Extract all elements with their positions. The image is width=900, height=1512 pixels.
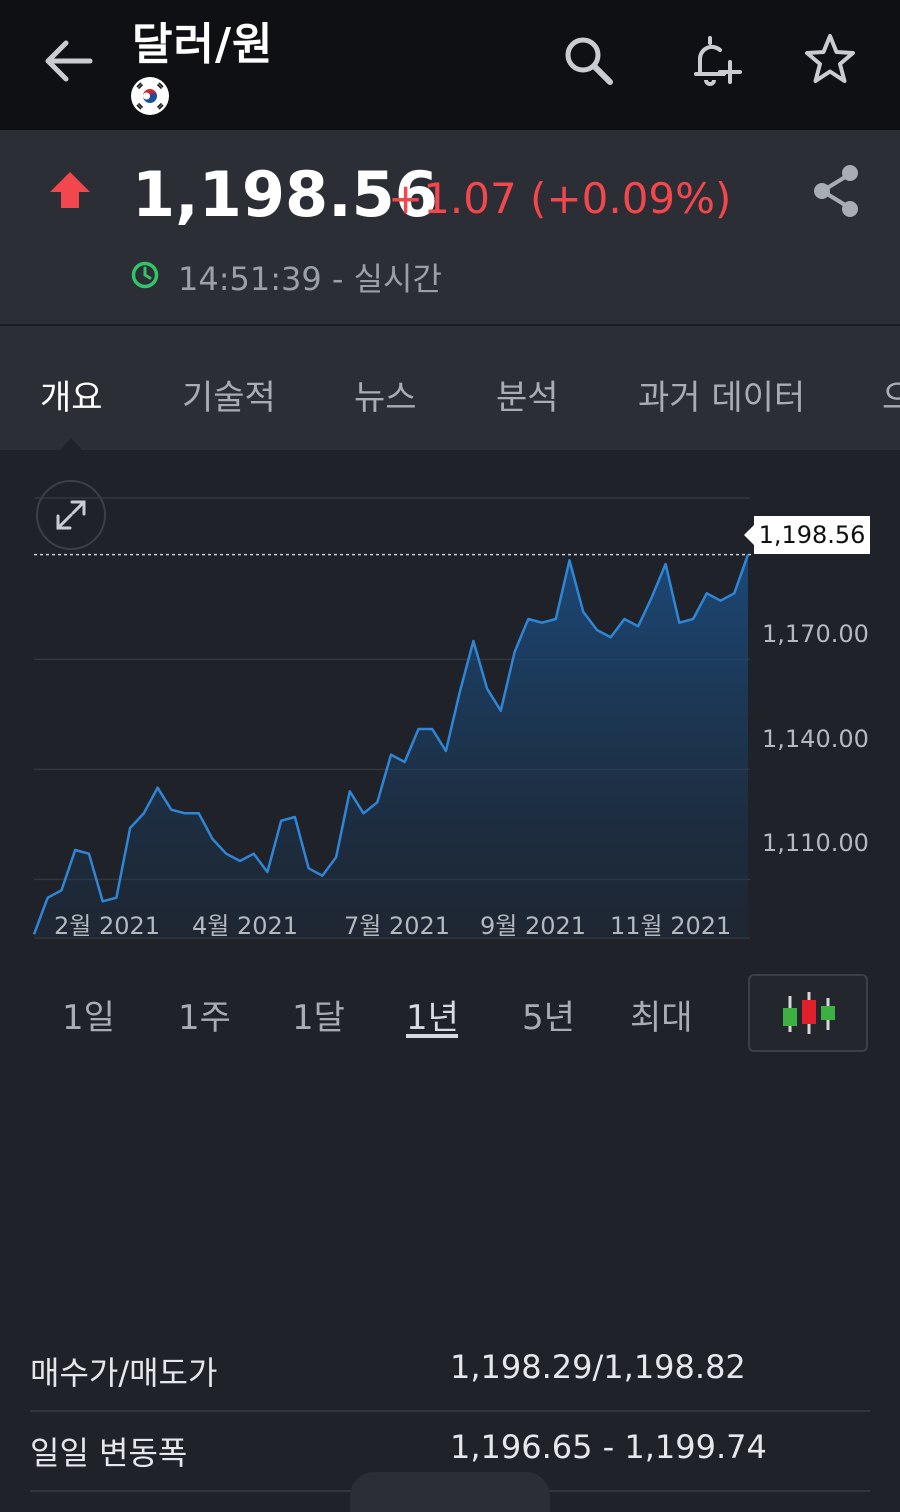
price-change: +1.07 (+0.09%) xyxy=(388,174,732,223)
range-1-week[interactable]: 1주 xyxy=(178,990,231,1039)
x-axis-tick-label: 9월 2021 xyxy=(480,912,587,940)
x-axis-tick-label: 2월 2021 xyxy=(54,912,161,940)
time-range-selector: 1일 1주 1달 1년 5년 최대 xyxy=(0,970,900,1060)
range-1-day[interactable]: 1일 xyxy=(62,990,115,1039)
last-price-tag: 1,198.56 xyxy=(744,516,870,554)
quote-panel: 1,198.56 +1.07 (+0.09%) 14:51:39 - 실시간 xyxy=(0,130,900,326)
top-app-bar: 달러/원 xyxy=(0,0,900,130)
page-title: 달러/원 xyxy=(132,19,274,70)
price-chart[interactable]: 1,198.56 1,170.00 1,140.00 1,110.00 2월 2… xyxy=(0,450,900,960)
section-tabs: 개요 기술적 뉴스 분석 과거 데이터 으 xyxy=(0,326,900,450)
y-axis-tick-label: 1,140.00 xyxy=(762,725,869,753)
y-axis-tick-label: 1,110.00 xyxy=(762,829,869,857)
candlestick-icon xyxy=(783,992,835,1034)
day-range-value: 1,196.65 - 1,199.74 xyxy=(450,1428,767,1466)
tab-analysis[interactable]: 분석 xyxy=(496,370,559,419)
watchlist-button[interactable] xyxy=(800,30,860,90)
bid-ask-value: 1,198.29/1,198.82 xyxy=(450,1348,746,1386)
share-icon xyxy=(814,165,858,217)
active-tab-pointer xyxy=(60,438,82,450)
x-axis-tick-label: 11월 2021 xyxy=(610,912,732,940)
range-1-year[interactable]: 1년 xyxy=(406,990,459,1039)
price-up-arrow-icon xyxy=(48,168,92,212)
day-range-label: 일일 변동폭 xyxy=(30,1434,188,1472)
south-korea-flag-icon xyxy=(130,76,170,116)
range-1-month[interactable]: 1달 xyxy=(292,990,345,1039)
add-alert-button[interactable] xyxy=(684,30,744,90)
share-button[interactable] xyxy=(806,160,868,222)
clock-icon xyxy=(130,260,160,290)
expand-chart-button[interactable] xyxy=(36,480,106,550)
bell-plus-icon xyxy=(694,36,742,86)
x-axis-tick-label: 7월 2021 xyxy=(344,912,451,940)
tab-news[interactable]: 뉴스 xyxy=(354,370,417,419)
bid-ask-label: 매수가/매도가 xyxy=(30,1354,218,1392)
range-5-years[interactable]: 5년 xyxy=(522,990,575,1039)
star-icon xyxy=(805,34,855,83)
x-axis-tick-label: 4월 2021 xyxy=(192,912,299,940)
expand-icon xyxy=(56,500,86,530)
y-axis-tick-label: 1,170.00 xyxy=(762,620,869,648)
back-button[interactable] xyxy=(36,28,102,94)
range-max[interactable]: 최대 xyxy=(630,990,693,1039)
tab-more[interactable]: 으 xyxy=(882,370,900,419)
bottom-sheet-handle[interactable] xyxy=(350,1472,550,1512)
back-arrow-icon xyxy=(45,40,93,82)
tab-historical-data[interactable]: 과거 데이터 xyxy=(638,370,805,419)
candlestick-chart-button[interactable] xyxy=(748,974,868,1052)
price-area-fill xyxy=(34,554,748,938)
search-icon xyxy=(565,37,613,85)
quote-time: 14:51:39 - 실시간 xyxy=(178,260,442,298)
bid-ask-row: 매수가/매도가 1,198.29/1,198.82 xyxy=(30,1330,870,1412)
tab-technical[interactable]: 기술적 xyxy=(182,370,276,419)
active-range-underline xyxy=(406,1034,458,1038)
tab-overview[interactable]: 개요 xyxy=(40,370,103,419)
search-button[interactable] xyxy=(558,30,618,90)
